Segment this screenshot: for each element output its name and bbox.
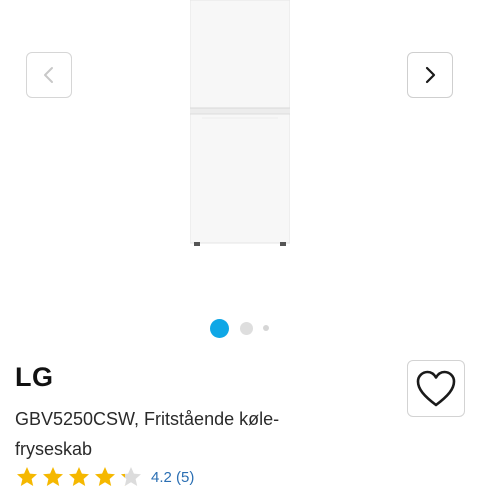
product-image-gallery (0, 0, 480, 345)
star-full-icon (43, 467, 63, 486)
heart-outline-icon (416, 370, 456, 406)
favorite-button[interactable] (407, 360, 465, 417)
product-rating[interactable]: 4.2 (5) (15, 466, 194, 488)
next-image-button[interactable] (407, 52, 453, 98)
chevron-left-icon (44, 67, 53, 83)
pagination-dot-active[interactable] (210, 319, 229, 338)
chevron-right-icon (425, 66, 436, 84)
star-partial-icon (121, 467, 141, 486)
star-full-icon (69, 467, 89, 486)
gallery-pagination (0, 318, 480, 338)
star-full-icon (17, 467, 37, 486)
product-image[interactable] (190, 0, 290, 250)
rating-label[interactable]: 4.2 (5) (151, 469, 194, 486)
star-full-icon (95, 467, 115, 486)
product-title-line: fryseskab (15, 439, 93, 459)
product-brand[interactable]: LG (15, 362, 54, 393)
product-title-line: GBV5250CSW, Fritstående køle- (15, 409, 280, 429)
previous-image-button[interactable] (26, 52, 72, 98)
pagination-dot[interactable] (240, 322, 253, 335)
pagination-dot[interactable] (263, 325, 269, 331)
product-title: GBV5250CSW, Fritstående køle- fryseskab (15, 404, 345, 464)
